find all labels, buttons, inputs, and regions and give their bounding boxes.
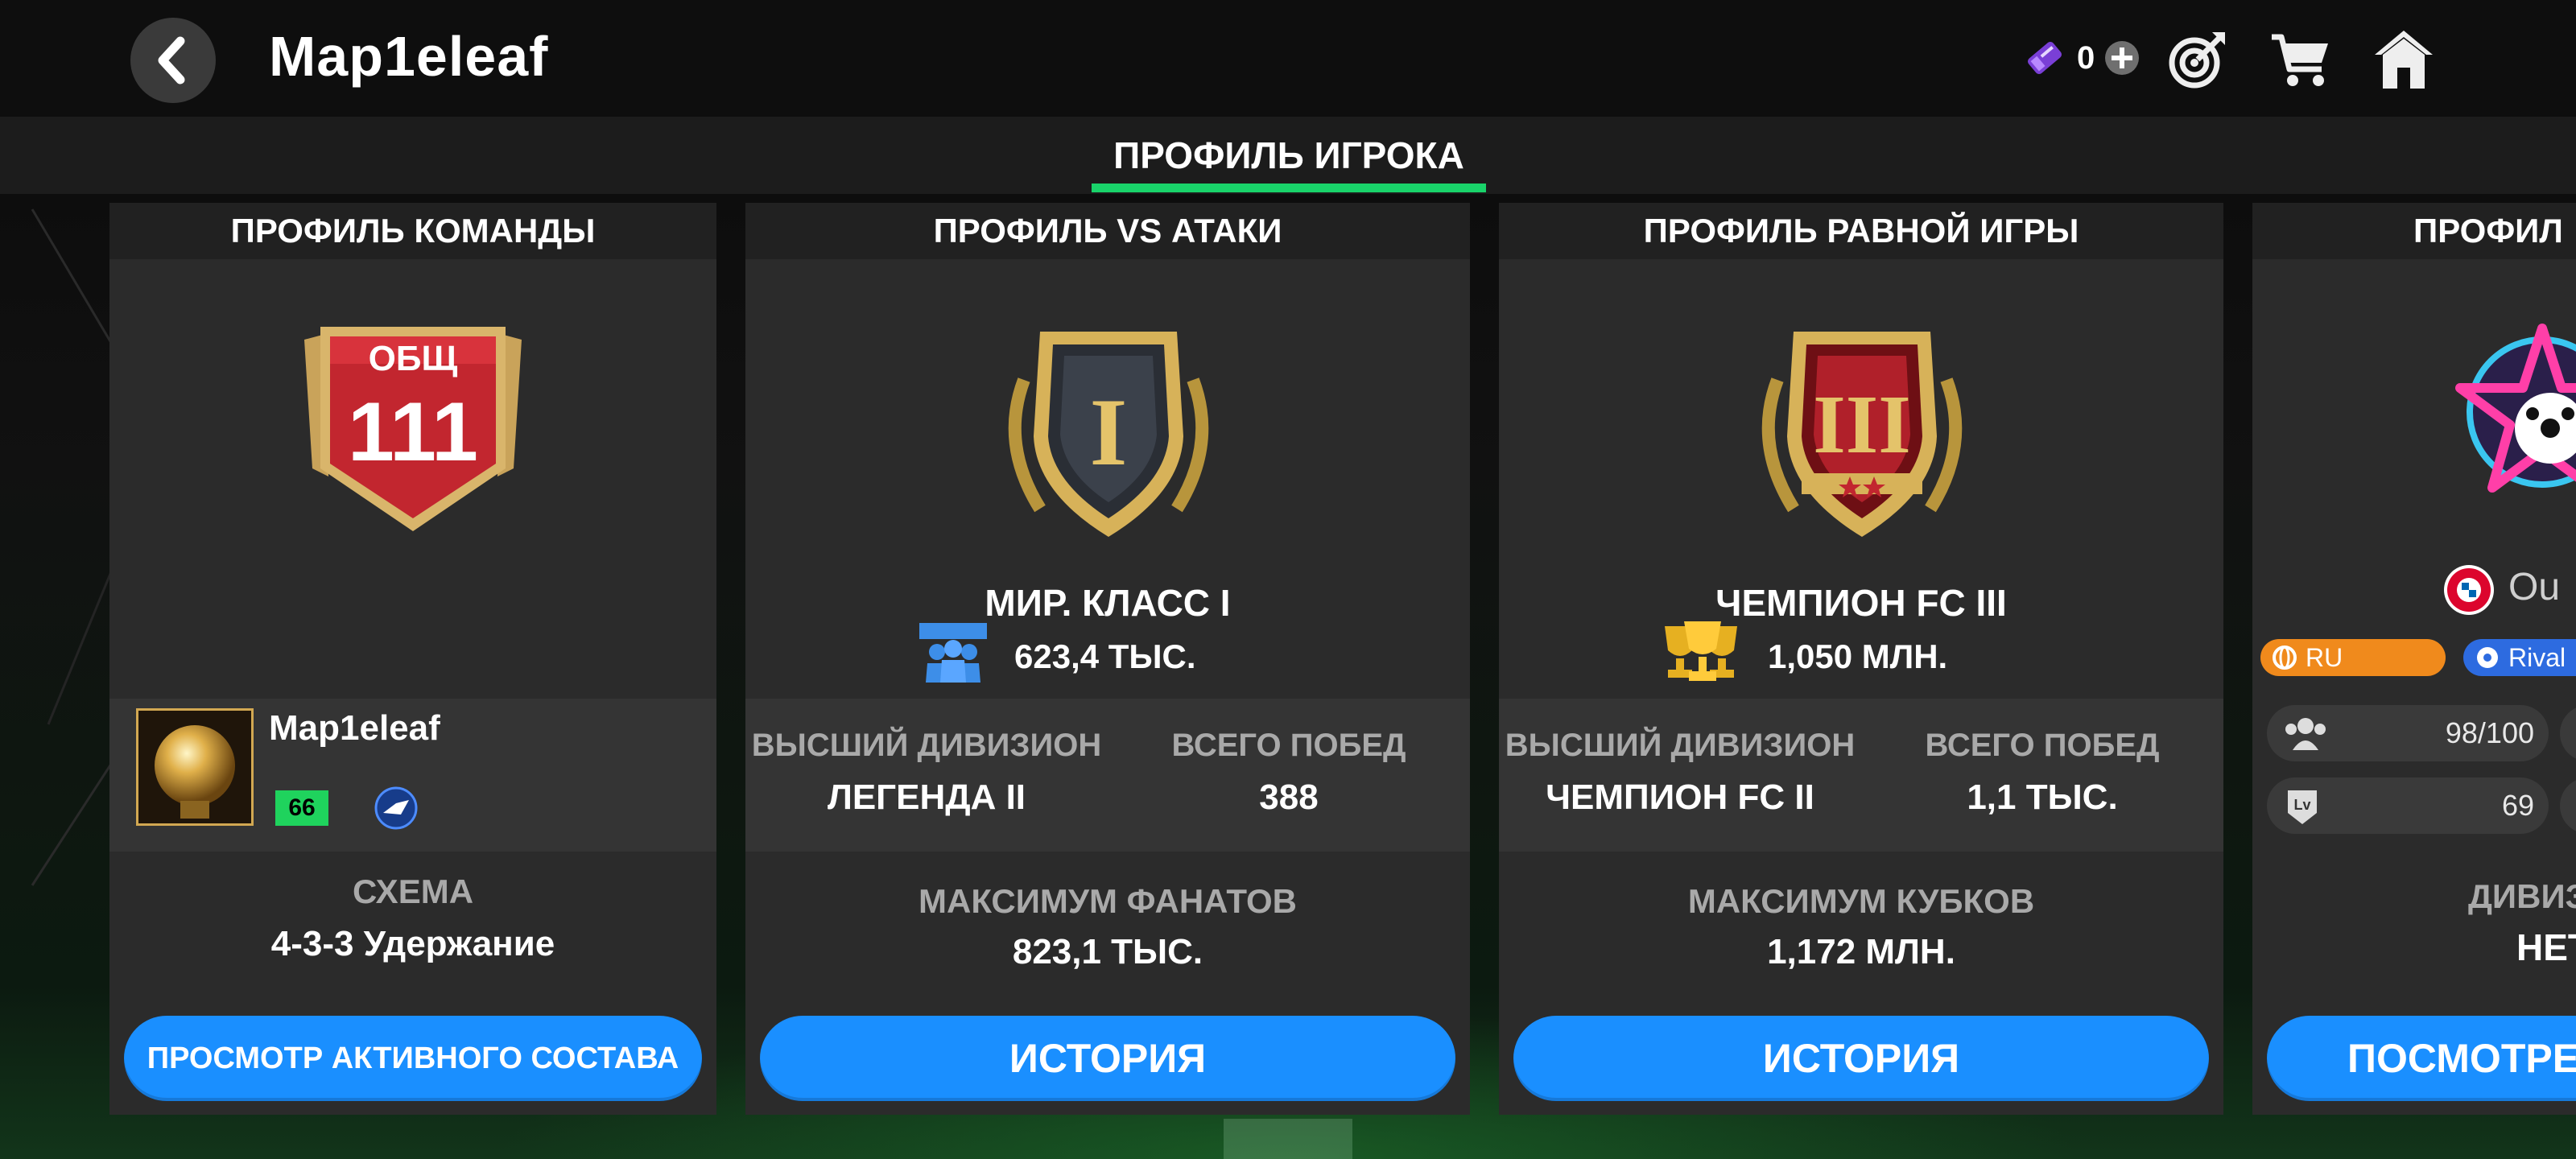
tab-player-profile[interactable]: ПРОФИЛЬ ИГРОКА [1092,117,1486,194]
currency-amount: 0 [2077,39,2095,76]
club-crest-icon [374,786,418,830]
rank-name: МИР. КЛАСС I [985,582,1231,624]
team-profile-card: ПРОФИЛЬ КОМАНДЫ ОБЩ 111 Map1eleaf 66 СХЕ… [109,203,716,1115]
formation-label: СХЕМА [352,872,474,910]
extra-stat [2560,777,2576,834]
total-wins-label: ВСЕГО ПОБЕД [1171,728,1406,763]
league-name: Ou [2508,566,2561,608]
trophies-count: 1,050 МЛН. [1768,637,1948,675]
cart-icon[interactable] [2268,27,2333,92]
level-badge: 66 [275,790,328,826]
target-icon[interactable] [2165,27,2230,92]
top-bar: Map1eleaf 0 [0,0,2576,117]
player-name: Map1eleaf [269,708,440,748]
best-division-label: ВЫСШИЙ ДИВИЗИОН [1505,728,1856,763]
golden-ball-icon [138,711,251,823]
gem-icon [2028,41,2062,75]
club-logo-icon [2444,565,2494,615]
h2h-profile-card: ПРОФИЛЬ РАВНОЙ ИГРЫ III ЧЕМПИОН FC III 1… [1499,203,2223,1115]
card-title: ПРОФИЛЬ РАВНОЙ ИГРЫ [1499,203,2223,259]
tab-active-indicator [1092,184,1486,192]
card-title: ПРОФИЛЬ VS АТАКИ [745,203,1470,259]
vs-attack-profile-card: ПРОФИЛЬ VS АТАКИ I МИР. КЛАСС I 623,4 ТЫ… [745,203,1470,1115]
badge-numeral: I [1090,378,1128,485]
card-title: ПРОФИЛ [2252,203,2576,259]
members-icon [2285,718,2326,750]
max-trophies-label: МАКСИМУМ КУБКОВ [1687,882,2035,920]
stats-band [1499,699,2223,852]
rivals-label: Rival [2508,642,2566,672]
region-tag: RU [2260,639,2446,676]
best-division-value: ЧЕМПИОН FC II [1546,777,1814,817]
division-badge-icon: I [1008,332,1209,537]
region-label: RU [2306,642,2343,672]
league-level: 69 [2501,789,2534,822]
svg-text:Lv: Lv [2293,797,2310,813]
ovr-badge-icon: ОБЩ 111 [304,327,522,531]
formation-value: 4-3-3 Удержание [270,924,555,963]
league-level-stat: Lv 69 [2267,777,2549,834]
home-icon[interactable] [2372,27,2436,92]
ovr-label: ОБЩ [369,339,458,378]
division-badge-icon: III [1761,332,1963,537]
max-trophies-value: 1,172 МЛН. [1767,932,1955,971]
back-icon [158,36,185,85]
ball-icon [2477,647,2498,668]
view-active-squad-button[interactable]: ПРОСМОТР АКТИВНОГО СОСТАВА [124,1016,702,1101]
rivals-tag: Rival [2463,639,2576,676]
best-division-label: ВЫСШИЙ ДИВИЗИОН [751,728,1102,763]
max-fans-label: МАКСИМУМ ФАНАТОВ [919,882,1297,920]
badge-numeral: III [1813,378,1910,471]
history-button[interactable]: ИСТОРИЯ [1513,1016,2209,1101]
total-wins-value: 1,1 ТЫС. [1967,777,2118,817]
rank-name: ЧЕМПИОН FC III [1715,582,2007,624]
total-wins-label: ВСЕГО ПОБЕД [1925,728,2160,763]
tab-label: ПРОФИЛЬ ИГРОКА [1113,134,1464,176]
best-division-value: ЛЕГЕНДА II [827,777,1026,817]
tab-bar: ПРОФИЛЬ ИГРОКА [0,117,2576,194]
ovr-value: 111 [348,386,478,479]
globe-icon [2273,645,2297,670]
history-button[interactable]: ИСТОРИЯ [760,1016,1455,1101]
add-icon[interactable] [2103,39,2141,77]
league-star-icon [2455,324,2576,493]
view-league-button[interactable]: ПОСМОТРЕ [2267,1016,2576,1101]
extra-stat [2560,705,2576,761]
page-title: Map1eleaf [269,25,549,88]
trophies-icon [1665,621,1737,681]
stats-band [745,699,1470,852]
division-value: НЕТ [2516,926,2576,968]
currency-display[interactable]: 0 [2021,34,2141,82]
back-button[interactable] [130,18,216,103]
members-count: 98/100 [2445,716,2534,749]
level-icon: Lv [2288,790,2317,824]
total-wins-value: 388 [1259,777,1319,817]
division-label: ДИВИЗ [2468,877,2576,915]
avatar[interactable] [136,708,254,826]
members-stat: 98/100 [2267,705,2549,761]
card-title: ПРОФИЛЬ КОМАНДЫ [109,203,716,259]
fans-icon [919,623,987,683]
fans-count: 623,4 ТЫС. [1014,637,1196,675]
max-fans-value: 823,1 ТЫС. [1012,932,1203,971]
league-profile-card: ПРОФИЛ Ou RU Rival 98/100 Lv 69 ДИВИЗ НЕ… [2252,203,2576,1115]
